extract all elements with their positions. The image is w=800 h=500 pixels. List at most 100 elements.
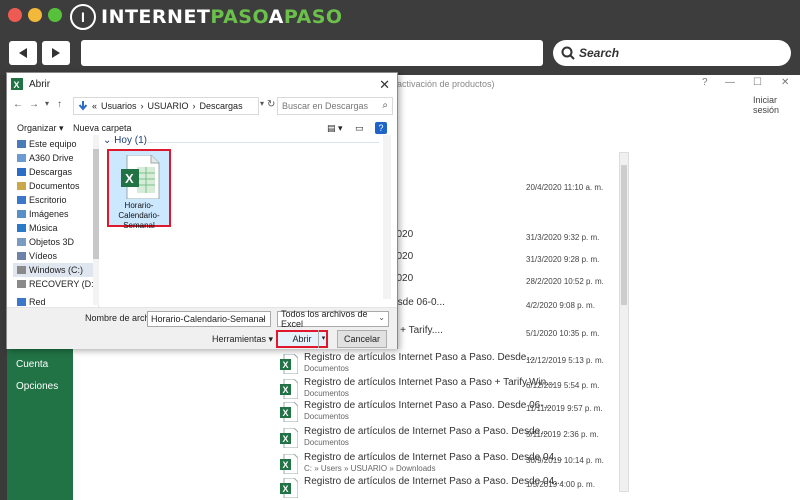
- nav-item[interactable]: Imágenes: [13, 207, 99, 221]
- site-search[interactable]: Search: [553, 40, 791, 66]
- nav-item[interactable]: Descargas: [13, 165, 99, 179]
- file-item-label: Horario-Calendario-Semanal: [118, 201, 160, 230]
- file-item-horario-calendario[interactable]: X Horario-Calendario-Semanal: [107, 149, 171, 230]
- new-folder-button[interactable]: Nueva carpeta: [73, 123, 132, 133]
- recent-file-path: Documentos: [304, 364, 349, 373]
- excel-file-icon: X: [280, 478, 298, 498]
- site-logo[interactable]: I INTERNETPASOAPASO: [70, 4, 343, 30]
- chevron-down-icon[interactable]: ⌄: [378, 313, 385, 322]
- address-bar[interactable]: « Usuarios › USUARIO › Descargas: [73, 97, 259, 115]
- address-row: ← → ▾ ↑ « Usuarios › USUARIO › Descargas…: [7, 97, 397, 119]
- recent-file-name: Registro de artículos Internet Paso a Pa…: [304, 377, 555, 388]
- breadcrumb-separator: ›: [192, 101, 196, 111]
- maximize-button[interactable]: ☐: [753, 77, 762, 88]
- recent-file-row[interactable]: X Registro de artículos Internet Paso a P…: [280, 352, 750, 376]
- excel-icon: X: [11, 78, 23, 90]
- breadcrumb-descargas[interactable]: Descargas: [200, 101, 243, 111]
- svg-text:X: X: [283, 434, 289, 444]
- history-dropdown-icon[interactable]: ▾: [45, 99, 49, 108]
- arrow-left-icon: [19, 48, 27, 58]
- cancel-button[interactable]: Cancelar: [337, 330, 387, 348]
- scroll-thumb[interactable]: [621, 165, 627, 305]
- logo-text: INTERNETPASOAPASO: [101, 6, 343, 28]
- recent-file-date: 30/9/2019 10:14 p. m.: [526, 456, 604, 465]
- arrow-right-icon: [52, 48, 60, 58]
- help-button[interactable]: ?: [702, 77, 708, 88]
- recent-file-row[interactable]: X Registro de artículos de Internet Paso …: [280, 426, 750, 450]
- menu-opciones[interactable]: Opciones: [16, 381, 58, 392]
- recent-file-row[interactable]: X Registro de artículos de Internet Paso …: [280, 452, 750, 476]
- preview-pane-icon[interactable]: ▭: [355, 123, 364, 134]
- recent-file-row[interactable]: X Registro de artículos de Internet Paso …: [280, 476, 750, 500]
- nav-item[interactable]: RECOVERY (D:): [13, 277, 99, 291]
- excel-file-icon: X: [280, 354, 298, 374]
- filetype-select[interactable]: Todos los archivos de Excel ⌄: [277, 309, 389, 329]
- maximize-window-button[interactable]: [48, 8, 62, 22]
- url-bar[interactable]: [81, 40, 543, 66]
- navigation-pane: Este equipo A360 Drive Descargas Documentos…: [13, 135, 99, 307]
- back-arrow-icon[interactable]: ←: [13, 99, 23, 110]
- dialog-search-input[interactable]: Buscar en Descargas ⌕: [277, 97, 393, 115]
- breadcrumb-usuarios[interactable]: Usuarios: [101, 101, 137, 111]
- menu-cuenta[interactable]: Cuenta: [16, 359, 48, 370]
- svg-text:X: X: [283, 385, 289, 395]
- back-button[interactable]: [9, 41, 37, 65]
- forward-arrow-icon[interactable]: →: [29, 99, 39, 110]
- folder-icon: [17, 252, 26, 260]
- recent-file-row[interactable]: X Registro de artículos Internet Paso a P…: [280, 400, 750, 424]
- folder-icon: [17, 238, 26, 246]
- recent-scrollbar[interactable]: [619, 152, 629, 492]
- minimize-window-button[interactable]: [28, 8, 42, 22]
- breadcrumb-overflow[interactable]: «: [92, 101, 97, 111]
- folder-icon: [17, 298, 26, 306]
- nav-item[interactable]: Escritorio: [13, 193, 99, 207]
- nav-scroll-thumb[interactable]: [93, 149, 99, 259]
- nav-item[interactable]: Windows (C:): [13, 263, 99, 277]
- chevron-down-icon[interactable]: ⌄: [260, 313, 267, 322]
- up-arrow-icon[interactable]: ↑: [57, 99, 62, 110]
- view-options-icon[interactable]: ▤ ▾: [327, 123, 343, 134]
- group-header[interactable]: ⌄ Hoy (1): [103, 135, 147, 146]
- nav-item[interactable]: Música: [13, 221, 99, 235]
- nav-item[interactable]: Este equipo: [13, 137, 99, 151]
- recent-file-date: 31/3/2020 9:28 p. m.: [526, 255, 600, 264]
- open-dialog: X Abrir ✕ ← → ▾ ↑ « Usuarios › USUARIO ›…: [6, 72, 398, 349]
- svg-text:X: X: [283, 484, 289, 494]
- nav-item[interactable]: Documentos: [13, 179, 99, 193]
- refresh-icon[interactable]: ↻: [267, 99, 275, 110]
- folder-icon: [17, 266, 26, 274]
- search-icon: ⌕: [382, 100, 388, 111]
- filename-input[interactable]: Horario-Calendario-Semanal ⌄: [147, 311, 271, 327]
- open-options-icon[interactable]: ▾: [318, 330, 328, 348]
- nav-item[interactable]: A360 Drive: [13, 151, 99, 165]
- nav-scrollbar[interactable]: [93, 135, 99, 305]
- sign-in-link[interactable]: Iniciar sesión: [753, 95, 800, 115]
- svg-text:X: X: [283, 460, 289, 470]
- open-button[interactable]: Abrir ▾: [276, 330, 328, 348]
- breadcrumb-usuario[interactable]: USUARIO: [148, 101, 189, 111]
- folder-icon: [17, 140, 26, 148]
- window-title-fragment: activación de productos): [397, 79, 495, 89]
- recent-file-date: 31/3/2020 9:32 p. m.: [526, 233, 600, 242]
- nav-item[interactable]: Objetos 3D: [13, 235, 99, 249]
- close-window-button[interactable]: [8, 8, 22, 22]
- recent-file-date: 6/12/2019 5:54 p. m.: [526, 381, 600, 390]
- file-area-scrollbar[interactable]: [383, 135, 391, 299]
- download-icon: [78, 101, 88, 111]
- nav-item[interactable]: Vídeos: [13, 249, 99, 263]
- folder-icon: [17, 280, 26, 288]
- recent-file-path: Documentos: [304, 438, 349, 447]
- recent-file-name: Registro de artículos de Internet Paso a…: [304, 476, 563, 487]
- help-icon[interactable]: ?: [375, 122, 387, 134]
- close-button[interactable]: ✕: [781, 77, 789, 88]
- dialog-titlebar: X Abrir: [7, 73, 397, 95]
- minimize-button[interactable]: —: [725, 77, 735, 88]
- folder-icon: [17, 182, 26, 190]
- organize-button[interactable]: Organizar ▾: [17, 123, 64, 134]
- tools-button[interactable]: Herramientas ▾: [212, 334, 273, 345]
- dialog-close-button[interactable]: ✕: [379, 77, 390, 93]
- address-dropdown-icon[interactable]: ▾: [260, 99, 264, 108]
- svg-text:X: X: [283, 360, 289, 370]
- forward-button[interactable]: [42, 41, 70, 65]
- recent-file-row[interactable]: X Registro de artículos Internet Paso a P…: [280, 377, 750, 401]
